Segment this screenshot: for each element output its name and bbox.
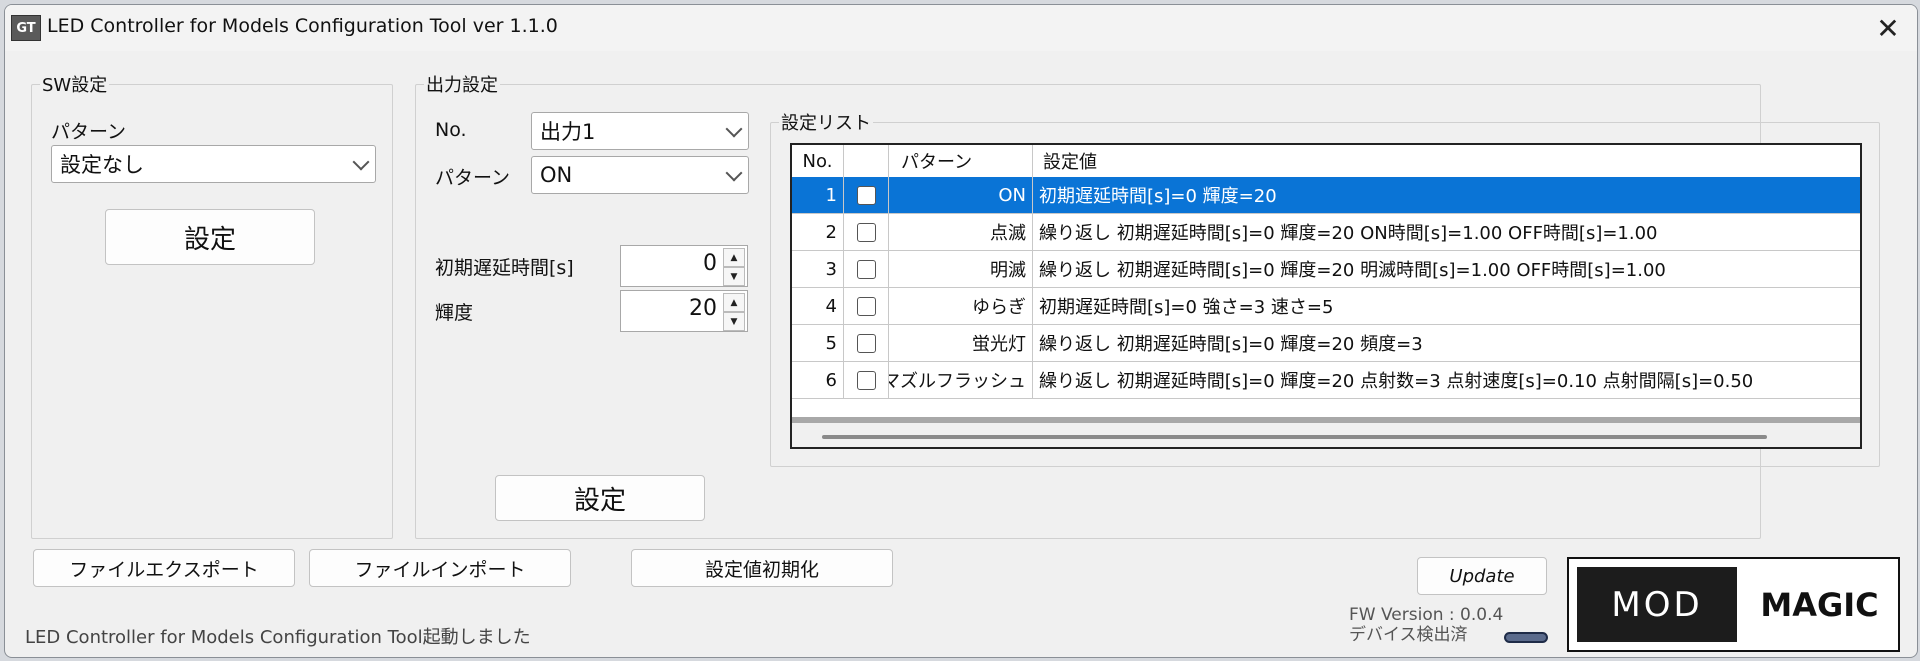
table-row[interactable]: 3 明滅 繰り返し 初期遅延時間[s]=0 輝度=20 明滅時間[s]=1.00 O… — [792, 251, 1860, 288]
output-no-select[interactable]: 出力1 — [531, 112, 749, 150]
row-no: 1 — [792, 177, 844, 214]
row-pattern: ゆらぎ — [889, 288, 1033, 325]
output-settings-legend: 出力設定 — [426, 75, 498, 96]
row-checkbox-cell — [844, 362, 889, 399]
row-no: 6 — [792, 362, 844, 399]
output-pattern-value: ON — [540, 163, 573, 187]
output-pattern-select[interactable]: ON — [531, 156, 749, 194]
row-value: 繰り返し 初期遅延時間[s]=0 輝度=20 明滅時間[s]=1.00 OFF時… — [1033, 251, 1860, 288]
row-checkbox-cell — [844, 251, 889, 288]
row-checkbox[interactable] — [856, 370, 876, 390]
file-import-button[interactable]: ファイルインポート — [309, 549, 571, 587]
update-button[interactable]: Update — [1417, 557, 1547, 595]
sw-pattern-label: パターン — [51, 121, 127, 143]
output-set-button[interactable]: 設定 — [495, 475, 705, 521]
app-icon: GT — [11, 15, 41, 41]
row-value: 繰り返し 初期遅延時間[s]=0 輝度=20 ON時間[s]=1.00 OFF時… — [1033, 214, 1860, 251]
row-checkbox-cell — [844, 214, 889, 251]
row-pattern: 明滅 — [889, 251, 1033, 288]
sw-pattern-select[interactable]: 設定なし — [51, 145, 376, 183]
header-pattern[interactable]: パターン — [889, 145, 1033, 177]
output-pattern-label: パターン — [435, 167, 511, 189]
header-check[interactable] — [844, 145, 889, 177]
scrollbar-thumb[interactable] — [822, 435, 1767, 439]
table-row[interactable]: 5 蛍光灯 繰り返し 初期遅延時間[s]=0 輝度=20 頻度=3 — [792, 325, 1860, 362]
spin-down-icon[interactable]: ▼ — [723, 267, 745, 286]
horizontal-scrollbar[interactable] — [792, 417, 1860, 447]
sw-pattern-value: 設定なし — [60, 153, 144, 177]
mod-magic-logo: MOD MAGIC — [1567, 557, 1900, 652]
window-title: LED Controller for Models Configuration … — [47, 15, 558, 37]
table-row[interactable]: 4 ゆらぎ 初期遅延時間[s]=0 強さ=3 速さ=5 — [792, 288, 1860, 325]
row-no: 2 — [792, 214, 844, 251]
spin-down-icon[interactable]: ▼ — [723, 312, 745, 331]
close-icon[interactable]: ✕ — [1869, 9, 1907, 47]
logo-magic-text: MAGIC — [1760, 585, 1879, 624]
device-status: デバイス検出済 — [1349, 625, 1468, 645]
row-checkbox-cell — [844, 177, 889, 214]
spin-up-icon[interactable]: ▲ — [723, 293, 745, 312]
grid-header: No. パターン 設定値 — [792, 145, 1860, 178]
output-no-value: 出力1 — [540, 120, 596, 144]
row-pattern: 点滅 — [889, 214, 1033, 251]
table-row[interactable]: 2 点滅 繰り返し 初期遅延時間[s]=0 輝度=20 ON時間[s]=1.00 O… — [792, 214, 1860, 251]
row-checkbox[interactable] — [856, 259, 876, 279]
sw-settings-legend: SW設定 — [42, 75, 108, 96]
brightness-label: 輝度 — [435, 302, 474, 324]
header-value[interactable]: 設定値 — [1033, 145, 1860, 177]
status-message: LED Controller for Models Configuration … — [25, 627, 531, 648]
row-pattern: 蛍光灯 — [889, 325, 1033, 362]
chevron-down-icon — [725, 164, 743, 182]
sw-set-button[interactable]: 設定 — [105, 209, 315, 265]
table-row[interactable]: 1 ON 初期遅延時間[s]=0 輝度=20 — [792, 177, 1860, 214]
row-value: 初期遅延時間[s]=0 強さ=3 速さ=5 — [1033, 288, 1860, 325]
setting-list-legend: 設定リスト — [781, 113, 871, 134]
reset-settings-button[interactable]: 設定値初期化 — [631, 549, 893, 587]
row-value: 繰り返し 初期遅延時間[s]=0 輝度=20 点射数=3 点射速度[s]=0.1… — [1033, 362, 1860, 399]
table-row[interactable]: 6 マズルフラッシュ 繰り返し 初期遅延時間[s]=0 輝度=20 点射数=3 点射… — [792, 362, 1860, 399]
file-export-button[interactable]: ファイルエクスポート — [33, 549, 295, 587]
row-value: 初期遅延時間[s]=0 輝度=20 — [1033, 177, 1860, 214]
row-no: 4 — [792, 288, 844, 325]
output-no-label: No. — [435, 119, 467, 141]
chevron-down-icon — [352, 153, 370, 171]
row-checkbox-cell — [844, 325, 889, 362]
row-checkbox[interactable] — [856, 222, 876, 242]
row-pattern: マズルフラッシュ — [889, 362, 1033, 399]
delay-spinner[interactable]: 0 ▲ ▼ — [620, 245, 748, 287]
delay-label: 初期遅延時間[s] — [435, 257, 574, 279]
row-pattern: ON — [889, 177, 1033, 214]
row-checkbox-cell — [844, 288, 889, 325]
row-value: 繰り返し 初期遅延時間[s]=0 輝度=20 頻度=3 — [1033, 325, 1860, 362]
fw-info: FW Version : 0.0.4 デバイス検出済 — [1349, 605, 1503, 645]
setting-list-grid[interactable]: No. パターン 設定値 1 ON 初期遅延時間[s]=0 輝度=20 2 点滅 繰り返し… — [790, 143, 1862, 449]
delay-value: 0 — [703, 251, 717, 276]
brightness-value: 20 — [689, 296, 717, 321]
brightness-spinner[interactable]: 20 ▲ ▼ — [620, 290, 748, 332]
row-checkbox[interactable] — [856, 333, 876, 353]
row-no: 3 — [792, 251, 844, 288]
row-checkbox[interactable] — [856, 296, 876, 316]
chevron-down-icon — [725, 120, 743, 138]
title-bar: GT LED Controller for Models Configurati… — [5, 5, 1917, 51]
row-checkbox[interactable] — [856, 185, 876, 205]
logo-mod-text: MOD — [1577, 567, 1737, 642]
spin-up-icon[interactable]: ▲ — [723, 248, 745, 267]
header-no[interactable]: No. — [792, 145, 844, 177]
usb-connected-icon — [1504, 632, 1548, 643]
app-window: GT LED Controller for Models Configurati… — [4, 4, 1918, 658]
fw-version: FW Version : 0.0.4 — [1349, 605, 1504, 625]
row-no: 5 — [792, 325, 844, 362]
